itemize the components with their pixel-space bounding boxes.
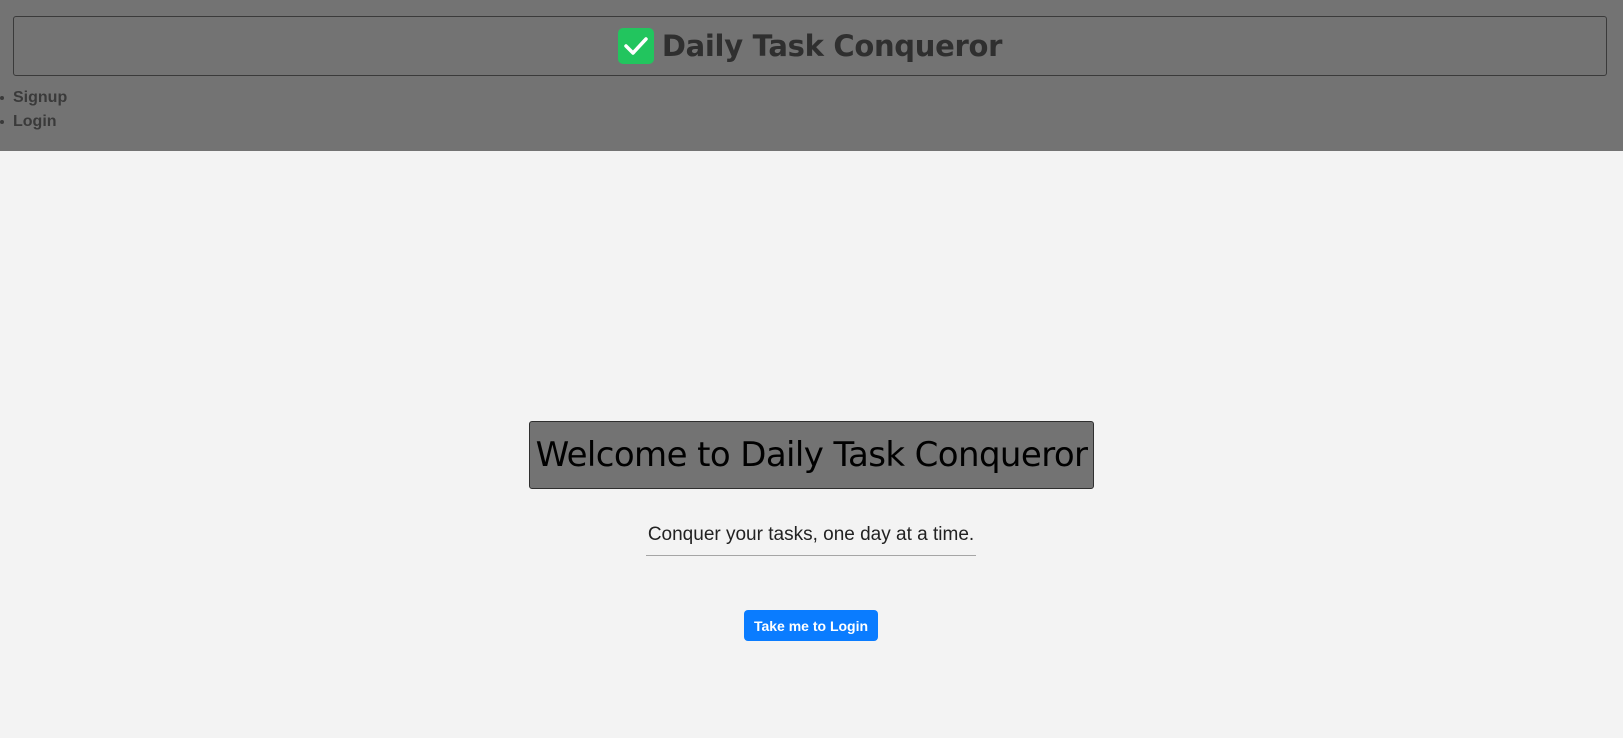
nav-list: Signup Login: [0, 86, 67, 134]
take-me-to-login-button[interactable]: Take me to Login: [744, 610, 878, 641]
site-header: Daily Task Conqueror Signup Login: [0, 0, 1623, 151]
check-icon: [617, 28, 654, 64]
nav-item-login[interactable]: Login: [0, 110, 67, 134]
welcome-banner: Welcome to Daily Task Conqueror: [529, 421, 1094, 489]
tagline: Conquer your tasks, one day at a time.: [646, 524, 976, 556]
brand: Daily Task Conqueror: [617, 28, 1003, 64]
nav-item-signup[interactable]: Signup: [0, 86, 67, 110]
welcome-title: Welcome to Daily Task Conqueror: [535, 435, 1088, 475]
brand-banner: Daily Task Conqueror: [13, 16, 1607, 76]
brand-title: Daily Task Conqueror: [661, 29, 1003, 63]
